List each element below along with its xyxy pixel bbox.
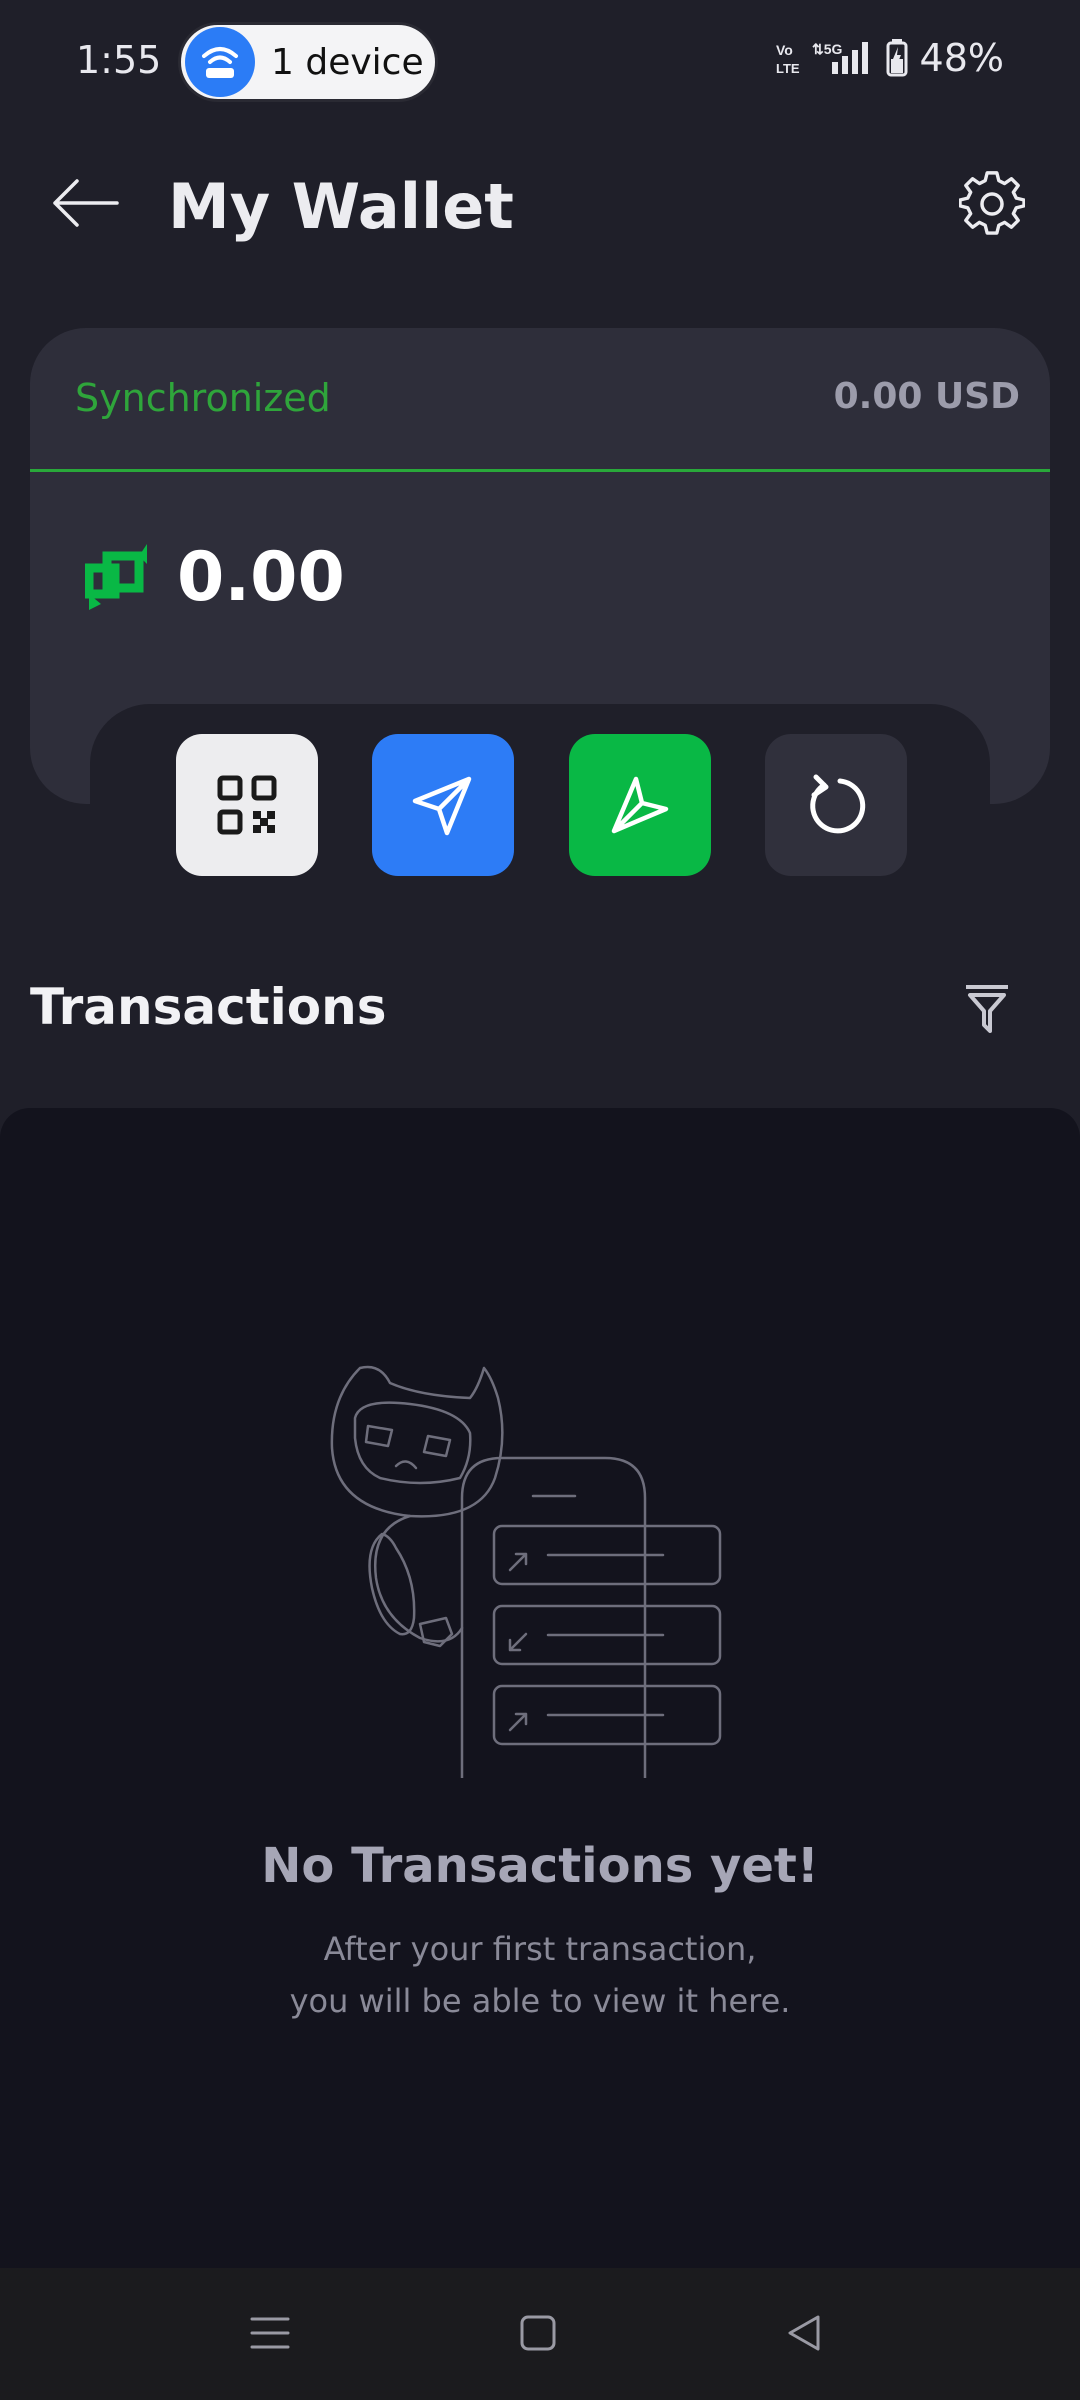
swap-button[interactable] (569, 734, 711, 876)
balance-amount: 0.00 (177, 538, 345, 617)
balance-row: 0.00 (85, 538, 345, 617)
transactions-header: Transactions (0, 960, 1080, 1060)
home-square-icon (520, 2315, 556, 2351)
svg-text:LTE: LTE (776, 61, 800, 75)
transactions-title: Transactions (30, 978, 387, 1036)
transactions-panel: No Transactions yet! After your first tr… (0, 1108, 1080, 2268)
filter-icon (966, 985, 1008, 1033)
system-nav-bar (0, 2268, 1080, 2400)
robot-phone-illustration (330, 1365, 722, 1778)
back-triangle-icon (788, 2315, 820, 2351)
hotspot-label: 1 device (271, 41, 424, 83)
battery-percent: 48% (919, 36, 1004, 80)
nav-home-button[interactable] (498, 2298, 578, 2368)
volte-icon: Vo LTE (776, 42, 800, 75)
app-header: My Wallet (0, 150, 1080, 260)
empty-state-line1: After your first transaction, (323, 1930, 757, 1968)
menu-icon (250, 2317, 290, 2349)
settings-button[interactable] (950, 162, 1034, 246)
battery-icon (886, 39, 908, 77)
sync-row: Synchronized 0.00 USD (30, 328, 1050, 472)
hotspot-icon (185, 27, 255, 97)
status-time: 1:55 (76, 38, 162, 82)
arrow-send-icon (611, 776, 669, 834)
refresh-button[interactable] (765, 734, 907, 876)
sync-status: Synchronized (75, 376, 331, 420)
signal-5g-icon: ⇅5G (812, 41, 868, 74)
nav-menu-button[interactable] (230, 2298, 310, 2368)
filter-button[interactable] (952, 974, 1022, 1044)
svg-text:⇅5G: ⇅5G (812, 41, 843, 57)
paper-plane-icon (412, 776, 472, 836)
page-title: My Wallet (168, 170, 514, 243)
empty-state-title: No Transactions yet! (261, 1838, 819, 1894)
svg-text:Vo: Vo (776, 42, 793, 58)
status-bar: 1:55 1 device Vo LTE ⇅5G 48% (0, 0, 1080, 124)
fiat-balance: 0.00 USD (833, 376, 1020, 417)
empty-state-line2: you will be able to view it here. (289, 1982, 791, 2020)
nav-back-button[interactable] (764, 2298, 844, 2368)
back-button[interactable] (40, 168, 130, 238)
qr-code-icon (217, 775, 277, 835)
receive-qr-button[interactable] (176, 734, 318, 876)
send-button[interactable] (372, 734, 514, 876)
hotspot-indicator[interactable]: 1 device (178, 22, 438, 102)
chain-link-coin-icon (85, 543, 147, 610)
status-icons: Vo LTE ⇅5G 48% (776, 36, 1004, 80)
gear-icon (959, 171, 1025, 235)
refresh-icon (810, 774, 866, 834)
arrow-left-icon (53, 179, 119, 227)
